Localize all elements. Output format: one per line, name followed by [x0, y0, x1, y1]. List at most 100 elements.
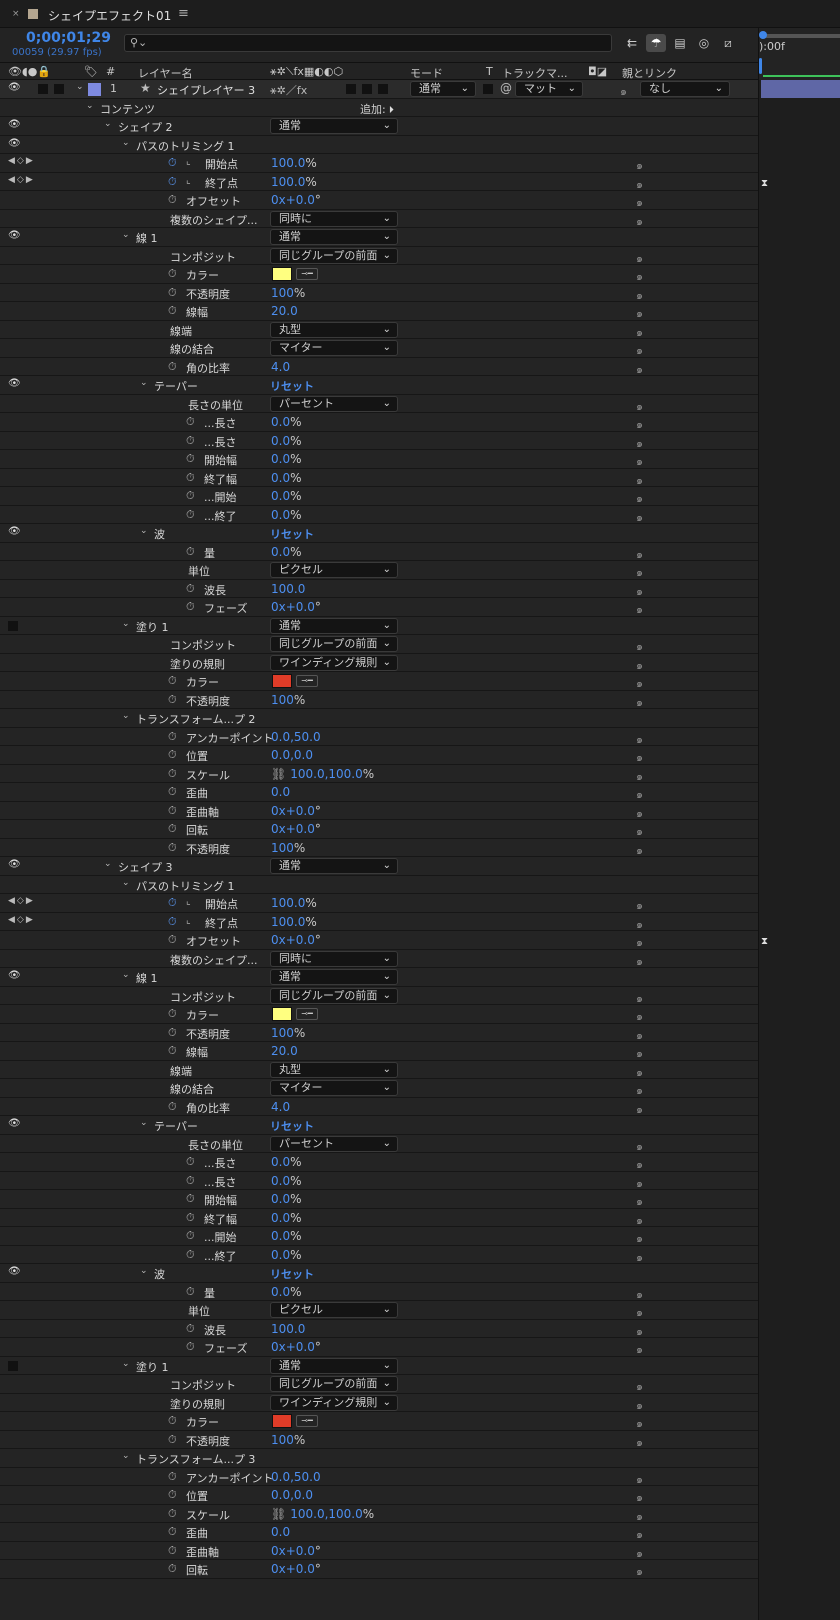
keyframe-navigator[interactable]: ◀◇▶: [8, 896, 35, 906]
property-value[interactable]: 0x+0.0°: [271, 804, 321, 818]
expression-pickwhip-icon[interactable]: ๑: [636, 175, 643, 193]
lock-switch[interactable]: [54, 84, 64, 94]
graph-icon[interactable]: ⌞: [186, 156, 191, 167]
stopwatch-icon[interactable]: ⏱: [186, 415, 195, 429]
stopwatch-icon[interactable]: ⏱: [168, 1507, 177, 1521]
expression-pickwhip-icon[interactable]: ๑: [636, 267, 643, 285]
stopwatch-icon[interactable]: ⏱: [186, 545, 195, 559]
property-value[interactable]: 0x+0.0°: [271, 1340, 321, 1354]
expression-pickwhip-icon[interactable]: ๑: [636, 952, 643, 970]
stopwatch-icon[interactable]: ⏱: [186, 600, 195, 614]
property-dropdown[interactable]: 通常 ⌄: [270, 617, 398, 634]
timeline-area[interactable]: ):00f ⧗ ⧗: [758, 28, 840, 1620]
property-value[interactable]: 4.0: [271, 360, 290, 374]
expression-pickwhip-icon[interactable]: ๑: [636, 1081, 643, 1099]
expression-pickwhip-icon[interactable]: ๑: [636, 1192, 643, 1210]
stopwatch-icon[interactable]: ⏱: [168, 933, 177, 947]
frame-blending-icon[interactable]: ▤: [670, 34, 690, 52]
stopwatch-icon[interactable]: ⏱: [168, 304, 177, 318]
stopwatch-icon[interactable]: ⏱: [168, 267, 177, 281]
eye-icon[interactable]: 👁: [8, 859, 21, 870]
property-value[interactable]: 100.0%: [271, 896, 317, 910]
stopwatch-icon[interactable]: ⏱: [168, 1007, 177, 1021]
stopwatch-icon[interactable]: ⏱: [168, 1488, 177, 1502]
stopwatch-icon[interactable]: ⏱: [186, 1340, 195, 1354]
time-ruler[interactable]: ):00f: [759, 28, 840, 80]
expression-pickwhip-icon[interactable]: ๑: [636, 1322, 643, 1340]
stopwatch-icon[interactable]: ⏱: [186, 582, 195, 596]
eyedropper-icon[interactable]: ⊸━: [296, 1008, 318, 1020]
stopwatch-icon[interactable]: ⏱: [168, 915, 177, 929]
property-value[interactable]: 0.0,0.0: [271, 748, 313, 762]
expression-pickwhip-icon[interactable]: ๑: [636, 1044, 643, 1062]
property-value[interactable]: 0x+0.0°: [271, 1562, 321, 1576]
color-swatch[interactable]: [272, 1414, 292, 1428]
property-value[interactable]: 100%: [271, 1433, 305, 1447]
stopwatch-icon[interactable]: ⏱: [168, 286, 177, 300]
reset-link[interactable]: リセット: [270, 1266, 314, 1282]
label-header-icon[interactable]: 🏷: [84, 65, 98, 78]
current-timecode[interactable]: 0;00;01;29: [26, 30, 111, 46]
expression-pickwhip-icon[interactable]: ๑: [636, 360, 643, 378]
layer-duration-bar[interactable]: [761, 80, 840, 98]
stopwatch-icon[interactable]: ⏱: [168, 175, 177, 189]
stopwatch-icon[interactable]: ⏱: [168, 822, 177, 836]
property-value[interactable]: 0.0%: [271, 1211, 302, 1225]
track-matte-header[interactable]: トラックマ...: [502, 65, 568, 81]
property-dropdown[interactable]: 同じグループの前面 ⌄: [270, 1376, 398, 1392]
property-value[interactable]: 0x+0.0°: [271, 600, 321, 614]
shy-layers-icon[interactable]: ☂: [646, 34, 666, 52]
expression-pickwhip-icon[interactable]: ๑: [636, 1026, 643, 1044]
expression-pickwhip-icon[interactable]: ๑: [636, 1507, 643, 1525]
twirl-down-icon[interactable]: ⌄: [122, 1359, 130, 1369]
graph-icon[interactable]: ⌞: [186, 896, 191, 907]
stopwatch-icon[interactable]: ⏱: [168, 804, 177, 818]
expression-pickwhip-icon[interactable]: ๑: [636, 1433, 643, 1451]
twirl-down-icon[interactable]: ⌄: [76, 82, 84, 92]
stopwatch-icon[interactable]: ⏱: [168, 1525, 177, 1539]
expression-pickwhip-icon[interactable]: ๑: [636, 341, 643, 359]
stopwatch-icon[interactable]: ⏱: [168, 1470, 177, 1484]
expression-pickwhip-icon[interactable]: ๑: [636, 1562, 643, 1580]
layer-color-label[interactable]: [88, 83, 101, 96]
expression-pickwhip-icon[interactable]: ๑: [636, 1414, 643, 1432]
graph-icon[interactable]: ⌞: [186, 915, 191, 926]
preserve-transparency-checkbox[interactable]: [483, 84, 493, 94]
expression-pickwhip-icon[interactable]: ๑: [636, 249, 643, 267]
expression-pickwhip-icon[interactable]: ๑: [636, 915, 643, 933]
stopwatch-icon[interactable]: ⏱: [186, 1285, 195, 1299]
expression-pickwhip-icon[interactable]: ๑: [636, 545, 643, 563]
eye-icon[interactable]: 👁: [8, 119, 21, 130]
expression-pickwhip-icon[interactable]: ๑: [636, 212, 643, 230]
expression-pickwhip-icon[interactable]: ๑: [636, 804, 643, 822]
property-value[interactable]: 4.0: [271, 1100, 290, 1114]
property-value[interactable]: 0.0: [271, 785, 290, 799]
reset-link[interactable]: リセット: [270, 378, 314, 394]
eye-icon[interactable]: 👁: [8, 378, 21, 389]
expression-pickwhip-icon[interactable]: ๑: [636, 1155, 643, 1173]
property-value[interactable]: 0x+0.0°: [271, 933, 321, 947]
parent-pickwhip-icon[interactable]: ๑: [620, 82, 627, 100]
expression-pickwhip-icon[interactable]: ๑: [636, 582, 643, 600]
stopwatch-icon[interactable]: ⏱: [168, 360, 177, 374]
stopwatch-icon[interactable]: ⏱: [186, 434, 195, 448]
expression-pickwhip-icon[interactable]: ๑: [636, 896, 643, 914]
motion-blur-icon[interactable]: ◎: [694, 34, 714, 52]
expression-pickwhip-icon[interactable]: ๑: [636, 286, 643, 304]
expression-pickwhip-icon[interactable]: ๑: [636, 841, 643, 859]
property-dropdown[interactable]: 通常 ⌄: [270, 229, 398, 245]
property-value[interactable]: 100%: [271, 1026, 305, 1040]
twirl-down-icon[interactable]: ⌄: [122, 878, 130, 888]
keyframe-marker[interactable]: ⧗: [761, 936, 768, 947]
twirl-down-icon[interactable]: ⌄: [86, 101, 94, 111]
work-area-bar[interactable]: [763, 34, 840, 38]
motion-blur-switch[interactable]: [378, 84, 388, 94]
property-value[interactable]: 100%: [271, 693, 305, 707]
stopwatch-icon[interactable]: ⏱: [168, 748, 177, 762]
twirl-down-icon[interactable]: ⌄: [104, 859, 112, 869]
visibility-box[interactable]: [8, 1360, 18, 1371]
property-value[interactable]: 0.0%: [271, 1174, 302, 1188]
expression-pickwhip-icon[interactable]: ๑: [636, 656, 643, 674]
eye-icon[interactable]: 👁: [8, 1266, 21, 1277]
stopwatch-icon[interactable]: ⏱: [186, 1192, 195, 1206]
